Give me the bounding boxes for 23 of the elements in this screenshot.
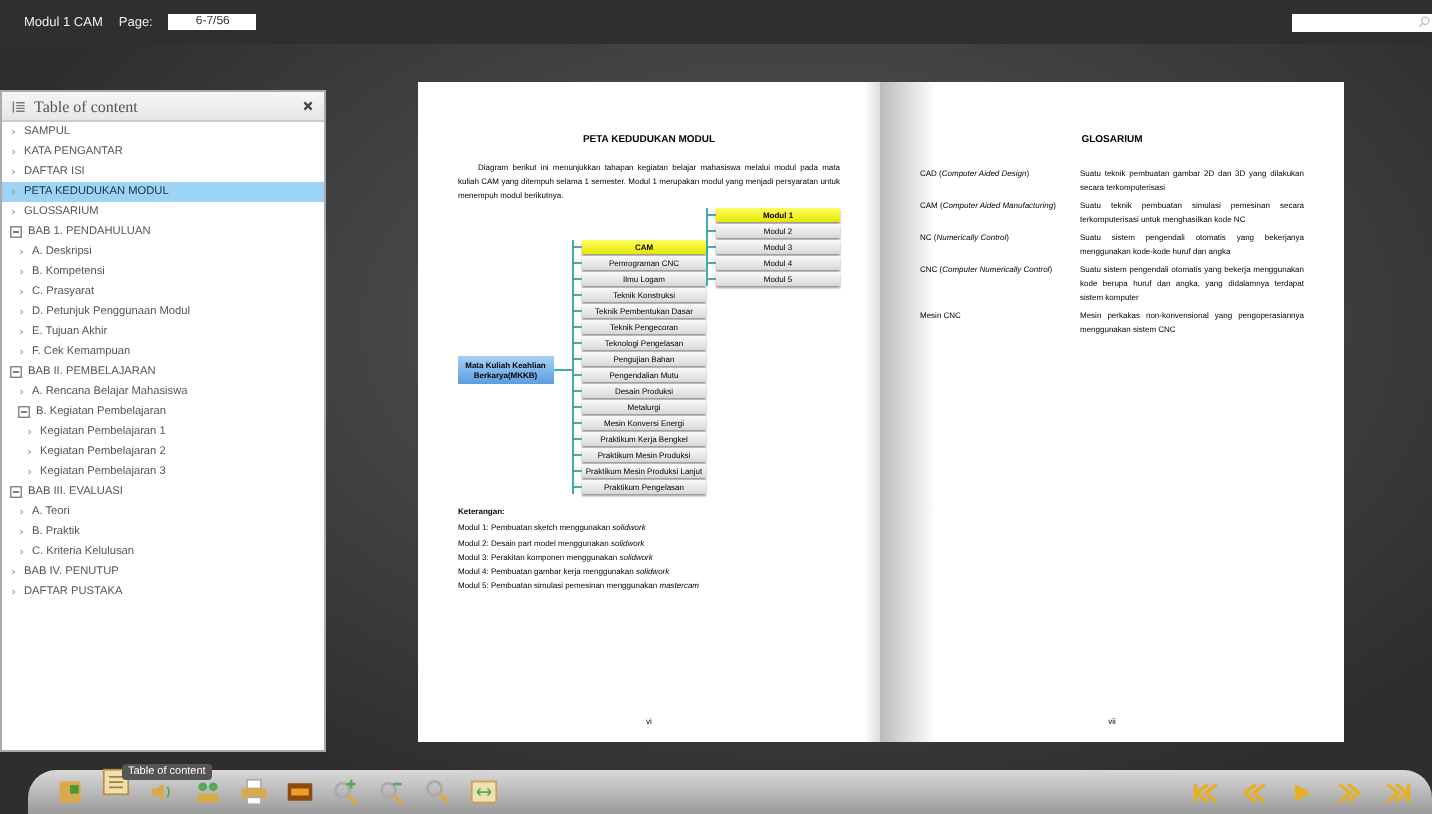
search-icon [1418, 16, 1430, 28]
panel-title: Table of content [34, 97, 140, 115]
speaker-icon[interactable] [148, 778, 176, 806]
zoom-out-icon[interactable] [378, 778, 406, 806]
printer-icon[interactable] [240, 778, 268, 806]
collapse-icon[interactable] [10, 486, 22, 498]
zoom-in-icon[interactable] [332, 778, 360, 806]
collapse-icon[interactable] [10, 226, 22, 238]
people-icon[interactable] [194, 778, 222, 806]
fit-icon[interactable] [470, 778, 498, 806]
search-icon[interactable] [424, 778, 452, 806]
last-page-icon[interactable] [1384, 781, 1412, 803]
collapse-icon[interactable] [10, 366, 22, 378]
image-icon[interactable] [286, 778, 314, 806]
list-icon [12, 99, 26, 113]
collapse-icon[interactable] [18, 406, 30, 418]
close-icon[interactable] [302, 100, 314, 112]
list-icon[interactable] [102, 768, 130, 796]
thumbnails-icon[interactable] [56, 778, 84, 806]
search-field[interactable] [1292, 13, 1432, 31]
next-page-icon[interactable] [1336, 781, 1364, 803]
first-page-icon[interactable] [1192, 781, 1220, 803]
previous-page-icon[interactable] [1240, 781, 1268, 803]
